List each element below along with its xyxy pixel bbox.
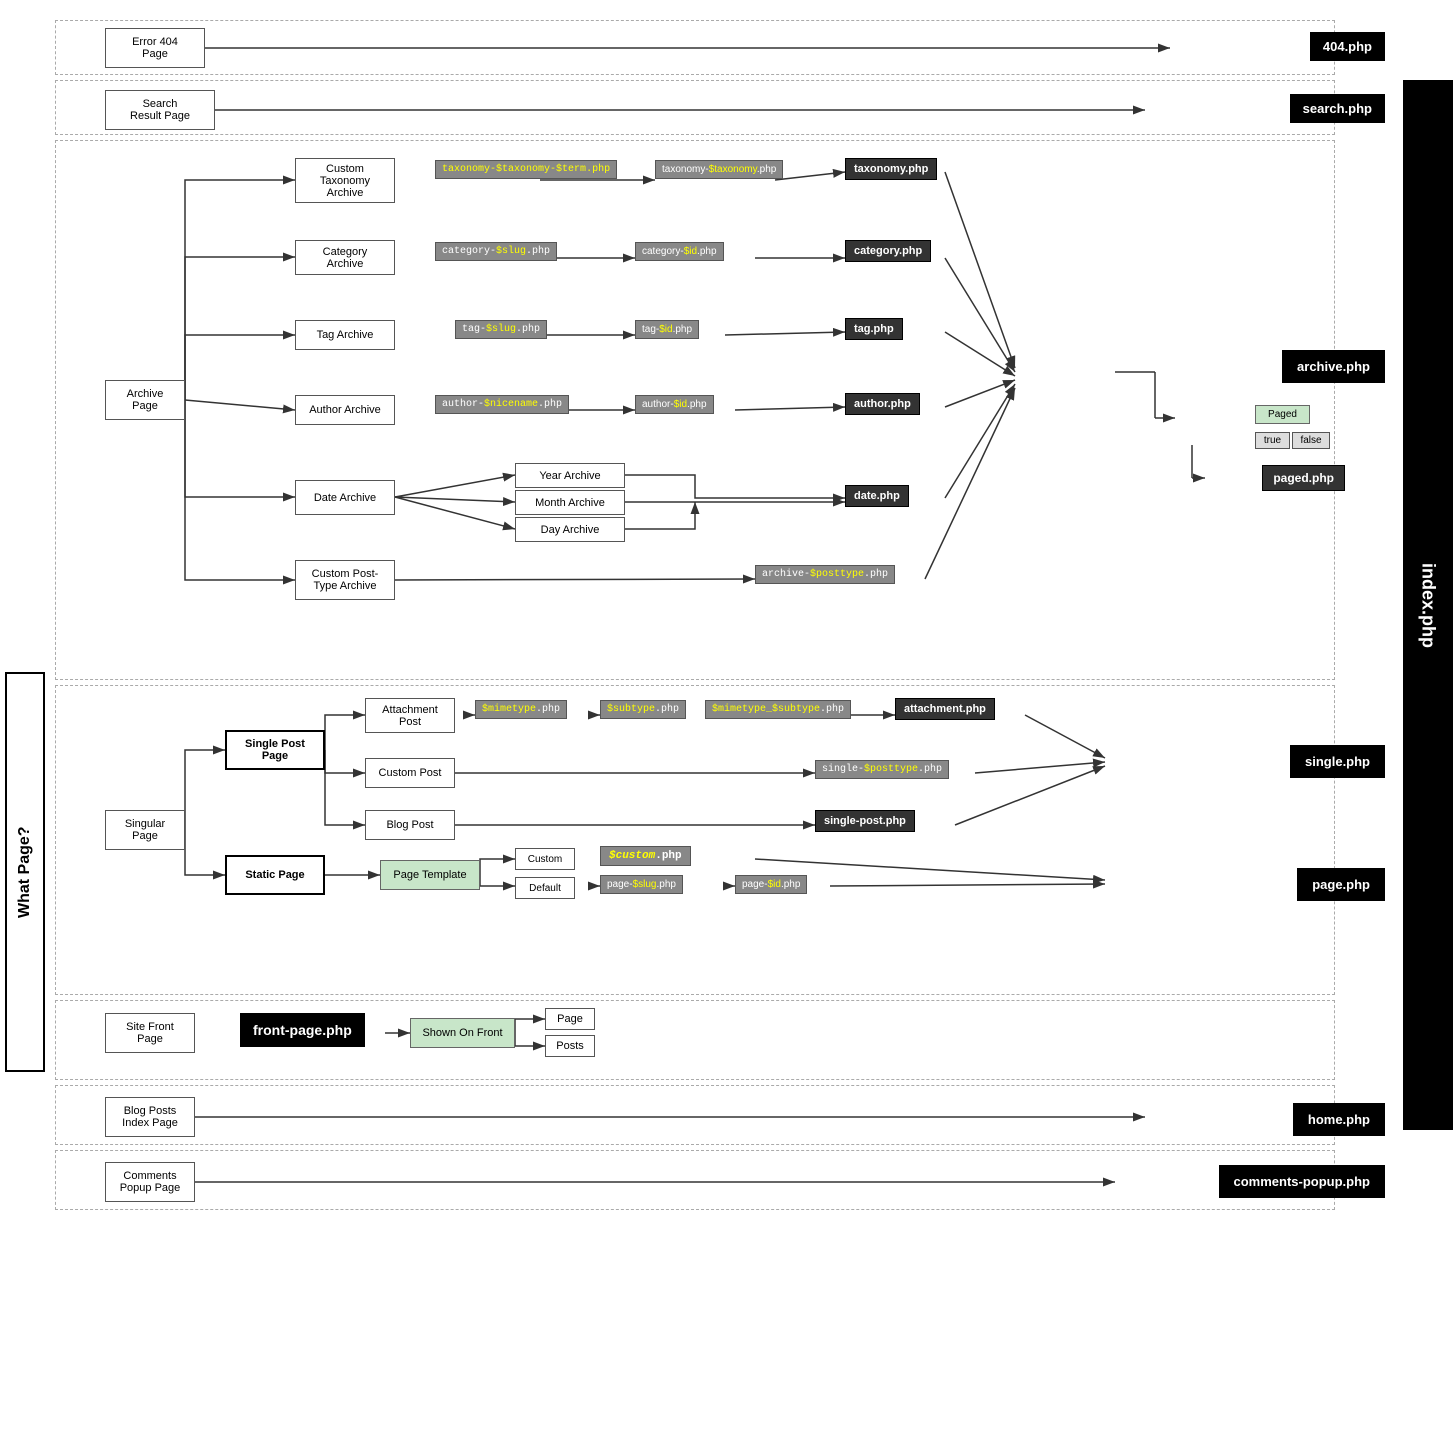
what-page-label: What Page?	[5, 672, 45, 1072]
taxonomy-php: taxonomy.php	[845, 158, 937, 180]
attachment-php: attachment.php	[895, 698, 995, 720]
paged-true: true	[1255, 432, 1290, 449]
tag-slug-file: tag-$slug.php	[455, 320, 547, 339]
home-php: home.php	[1293, 1103, 1385, 1136]
single-posttype-file: single-$posttype.php	[815, 760, 949, 779]
default-label: Default	[515, 877, 575, 899]
section-error404	[55, 20, 1335, 75]
author-nicename-file: author-$nicename.php	[435, 395, 569, 414]
single-post-page-box: Single Post Page	[225, 730, 325, 770]
taxonomy-file: taxonomy-$taxonomy.php	[655, 160, 783, 179]
archive-posttype-file: archive-$posttype.php	[755, 565, 895, 584]
error404-box: Error 404 Page	[105, 28, 205, 68]
custom-label: Custom	[515, 848, 575, 870]
page-php: page.php	[1297, 868, 1385, 901]
shown-on-front-box: Shown On Front	[410, 1018, 515, 1048]
category-id-file: category-$id.php	[635, 242, 724, 261]
section-comments	[55, 1150, 1335, 1210]
custom-taxonomy-box: Custom Taxonomy Archive	[295, 158, 395, 203]
year-archive-box: Year Archive	[515, 463, 625, 488]
section-blog	[55, 1085, 1335, 1145]
blog-post-box: Blog Post	[365, 810, 455, 840]
page-option: Page	[545, 1008, 595, 1030]
mimetype-subtype-file: $mimetype_$subtype.php	[705, 700, 851, 719]
paged-false: false	[1292, 432, 1330, 449]
subtype-file: $subtype.php	[600, 700, 686, 719]
posts-option: Posts	[545, 1035, 595, 1057]
static-page-box: Static Page	[225, 855, 325, 895]
index-php-label: index.php	[1403, 80, 1453, 1130]
error404-file: 404.php	[1310, 32, 1385, 61]
archive-page-box: Archive Page	[105, 380, 185, 420]
singular-box: Singular Page	[105, 810, 185, 850]
search-file: search.php	[1290, 94, 1385, 123]
site-front-box: Site Front Page	[105, 1013, 195, 1053]
single-post-file: single-post.php	[815, 810, 915, 832]
front-page-php: front-page.php	[240, 1013, 365, 1047]
date-box: Date Archive	[295, 480, 395, 515]
paged-file: paged.php	[1262, 465, 1345, 491]
author-php: author.php	[845, 393, 920, 415]
page-id-file: page-$id.php	[735, 875, 807, 894]
day-archive-box: Day Archive	[515, 517, 625, 542]
page-template-box: Page Template	[380, 860, 480, 890]
tag-php: tag.php	[845, 318, 903, 340]
author-box: Author Archive	[295, 395, 395, 425]
tag-box: Tag Archive	[295, 320, 395, 350]
custom-post-type-box: Custom Post- Type Archive	[295, 560, 395, 600]
category-slug-file: category-$slug.php	[435, 242, 557, 261]
author-id-file: author-$id.php	[635, 395, 714, 414]
search-box: Search Result Page	[105, 90, 215, 130]
mimetype-file: $mimetype.php	[475, 700, 567, 719]
category-box: Category Archive	[295, 240, 395, 275]
custom-php-file: $custom.php	[600, 846, 691, 866]
month-archive-box: Month Archive	[515, 490, 625, 515]
archive-file: archive.php	[1282, 350, 1385, 383]
tag-id-file: tag-$id.php	[635, 320, 699, 339]
taxonomy-term-file: taxonomy-$taxonomy-$term.php	[435, 160, 617, 179]
comments-popup-box: Comments Popup Page	[105, 1162, 195, 1202]
date-php: date.php	[845, 485, 909, 507]
paged-box: Paged	[1255, 405, 1310, 424]
custom-post-box: Custom Post	[365, 758, 455, 788]
attachment-box: Attachment Post	[365, 698, 455, 733]
single-php: single.php	[1290, 745, 1385, 778]
category-php: category.php	[845, 240, 931, 262]
comments-popup-php: comments-popup.php	[1219, 1165, 1386, 1198]
blog-posts-box: Blog Posts Index Page	[105, 1097, 195, 1137]
page-slug-file: page-$slug.php	[600, 875, 683, 894]
section-search	[55, 80, 1335, 135]
